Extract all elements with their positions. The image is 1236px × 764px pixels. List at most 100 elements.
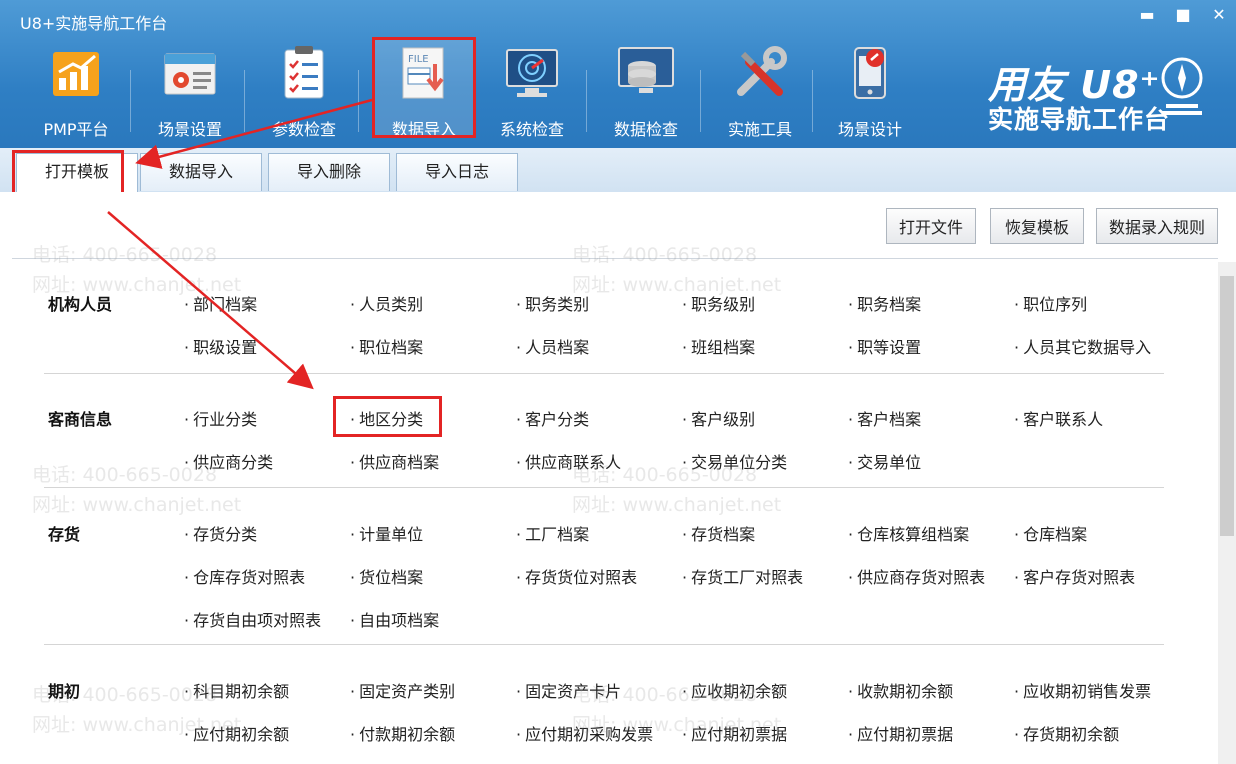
main-toolbar: PMP平台 场景设置 参数检查 FILE 数据导入 系统检查 数据检查 实施工具… xyxy=(0,36,960,142)
restore-template-button[interactable]: 恢复模板 xyxy=(990,208,1084,244)
section-divider xyxy=(44,487,1164,488)
template-item[interactable]: 仓库档案 xyxy=(1014,521,1087,545)
toolbar-system-check-button[interactable]: 系统检查 xyxy=(480,44,584,140)
toolbar-pmp-button[interactable]: PMP平台 xyxy=(24,44,128,140)
template-item[interactable]: 收款期初余额 xyxy=(848,678,953,702)
template-item[interactable]: 职位档案 xyxy=(350,334,423,358)
template-item[interactable]: 仓库存货对照表 xyxy=(184,564,305,588)
toolbar-data-check-button[interactable]: 数据检查 xyxy=(594,44,698,140)
template-item[interactable]: 职务档案 xyxy=(848,291,921,315)
window-controls: ▬ ■ ✕ xyxy=(1138,6,1228,24)
template-item[interactable]: 职等设置 xyxy=(848,334,921,358)
template-item[interactable]: 供应商联系人 xyxy=(516,449,621,473)
template-item[interactable]: 货位档案 xyxy=(350,564,423,588)
region-class-highlight-box xyxy=(333,396,442,437)
toolbar-pmp-label: PMP平台 xyxy=(43,120,109,139)
template-item[interactable]: 交易单位分类 xyxy=(682,449,787,473)
toolbar-separator xyxy=(700,70,701,132)
section-divider xyxy=(44,373,1164,374)
template-item[interactable]: 存货分类 xyxy=(184,521,257,545)
template-item[interactable]: 存货档案 xyxy=(682,521,755,545)
template-item[interactable]: 存货货位对照表 xyxy=(516,564,637,588)
template-item[interactable]: 工厂档案 xyxy=(516,521,589,545)
section-title-customer-supplier: 客商信息 xyxy=(48,410,113,429)
template-item[interactable]: 客户分类 xyxy=(516,406,589,430)
toolbar-scene-design-button[interactable]: 场景设计 xyxy=(818,44,922,140)
yonyou-logo: 用友 U8⁺ 实施导航工作台 xyxy=(984,54,1224,134)
toolbar-param-check-label: 参数检查 xyxy=(271,120,336,139)
database-check-icon xyxy=(618,47,674,93)
template-item[interactable]: 付款期初余额 xyxy=(350,721,455,745)
template-item[interactable]: 科目期初余额 xyxy=(184,678,289,702)
clipboard-check-icon xyxy=(284,46,324,99)
template-item[interactable]: 人员档案 xyxy=(516,334,589,358)
compass-icon xyxy=(1161,57,1203,115)
tab-import-delete[interactable]: 导入删除 xyxy=(268,153,390,191)
template-item[interactable]: 供应商档案 xyxy=(350,449,439,473)
template-item[interactable]: 仓库核算组档案 xyxy=(848,521,969,545)
template-item[interactable]: 客户级别 xyxy=(682,406,755,430)
toolbar-scene-design-label: 场景设计 xyxy=(837,120,902,139)
template-item[interactable]: 客户存货对照表 xyxy=(1014,564,1135,588)
section-divider xyxy=(44,644,1164,645)
template-item[interactable]: 固定资产类别 xyxy=(350,678,455,702)
template-item[interactable]: 应付期初票据 xyxy=(848,721,953,745)
template-item[interactable]: 存货自由项对照表 xyxy=(184,607,321,631)
tab-data-import[interactable]: 数据导入 xyxy=(140,153,262,191)
toolbar-impl-tools-label: 实施工具 xyxy=(727,120,792,139)
toolbar-separator xyxy=(130,70,131,132)
tools-icon xyxy=(737,46,787,96)
scrollbar-thumb[interactable] xyxy=(1220,276,1234,536)
section-title-org-staff: 机构人员 xyxy=(48,295,113,314)
toolbar-separator xyxy=(358,70,359,132)
window-title: U8+实施导航工作台 xyxy=(20,14,168,33)
toolbar-separator xyxy=(586,70,587,132)
panel-top-divider xyxy=(12,258,1218,259)
toolbar-system-check-label: 系统检查 xyxy=(499,120,564,139)
template-item[interactable]: 应收期初余额 xyxy=(682,678,787,702)
template-item[interactable]: 职务级别 xyxy=(682,291,755,315)
section-title-inventory: 存货 xyxy=(48,525,81,544)
logo-line2: 实施导航工作台 xyxy=(988,105,1171,134)
toolbar-param-check-button[interactable]: 参数检查 xyxy=(252,44,356,140)
tab-bar: 打开模板 数据导入 导入删除 导入日志 xyxy=(0,148,1236,193)
toolbar-scene-settings-button[interactable]: 场景设置 xyxy=(138,44,242,140)
chart-bars-icon xyxy=(53,52,99,96)
toolbar-scene-settings-label: 场景设置 xyxy=(157,120,222,139)
entry-rules-button[interactable]: 数据录入规则 xyxy=(1096,208,1218,244)
template-item[interactable]: 存货期初余额 xyxy=(1014,721,1119,745)
template-item[interactable]: 应付期初采购发票 xyxy=(516,721,653,745)
template-item[interactable]: 职级设置 xyxy=(184,334,257,358)
toolbar-active-highlight xyxy=(372,37,476,138)
template-item[interactable]: 交易单位 xyxy=(848,449,921,473)
gear-screen-icon xyxy=(164,53,216,95)
minimize-icon[interactable]: ▬ xyxy=(1138,6,1156,24)
toolbar-separator xyxy=(812,70,813,132)
toolbar-data-check-label: 数据检查 xyxy=(613,120,678,139)
tab-highlight-box xyxy=(12,150,124,198)
template-item[interactable]: 行业分类 xyxy=(184,406,257,430)
template-item[interactable]: 供应商分类 xyxy=(184,449,273,473)
maximize-icon[interactable]: ■ xyxy=(1174,6,1192,24)
tab-import-log[interactable]: 导入日志 xyxy=(396,153,518,191)
template-item[interactable]: 客户联系人 xyxy=(1014,406,1103,430)
template-item[interactable]: 存货工厂对照表 xyxy=(682,564,803,588)
close-icon[interactable]: ✕ xyxy=(1210,6,1228,24)
template-item[interactable]: 计量单位 xyxy=(350,521,423,545)
template-item[interactable]: 应收期初销售发票 xyxy=(1014,678,1151,702)
toolbar-impl-tools-button[interactable]: 实施工具 xyxy=(708,44,812,140)
template-item[interactable]: 部门档案 xyxy=(184,291,257,315)
template-item[interactable]: 固定资产卡片 xyxy=(516,678,621,702)
toolbar-separator xyxy=(244,70,245,132)
template-item[interactable]: 自由项档案 xyxy=(350,607,439,631)
template-item[interactable]: 人员其它数据导入 xyxy=(1014,334,1151,358)
template-item[interactable]: 客户档案 xyxy=(848,406,921,430)
open-file-button[interactable]: 打开文件 xyxy=(886,208,976,244)
template-item[interactable]: 班组档案 xyxy=(682,334,755,358)
template-item[interactable]: 职位序列 xyxy=(1014,291,1087,315)
template-item[interactable]: 应付期初余额 xyxy=(184,721,289,745)
template-item[interactable]: 供应商存货对照表 xyxy=(848,564,985,588)
template-item[interactable]: 职务类别 xyxy=(516,291,589,315)
template-item[interactable]: 应付期初票据 xyxy=(682,721,787,745)
template-item[interactable]: 人员类别 xyxy=(350,291,423,315)
